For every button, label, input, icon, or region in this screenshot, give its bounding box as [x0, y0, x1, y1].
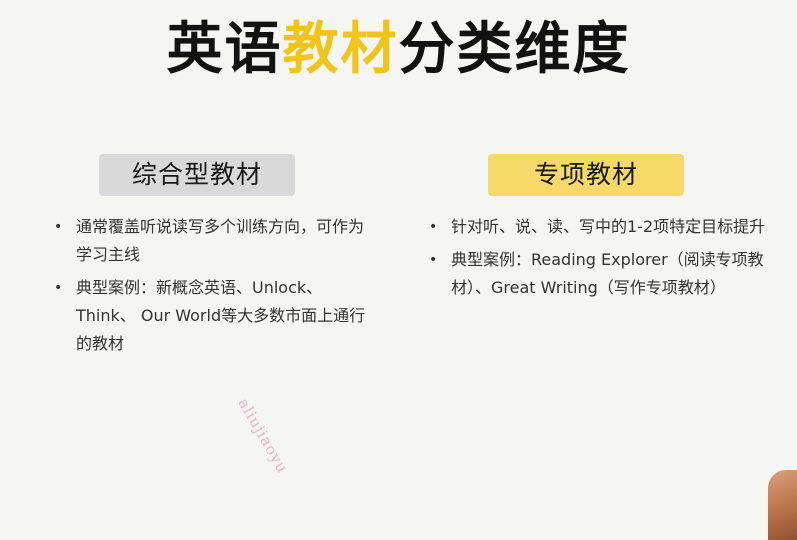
bullet-item: • 典型案例：新概念英语、Unlock、Think、 Our World等大多数…: [50, 274, 370, 358]
bullet-item: • 典型案例：Reading Explorer（阅读专项教材）、Great Wr…: [425, 246, 775, 302]
comprehensive-textbook-badge: 综合型教材: [99, 154, 295, 196]
bullet-dot-icon: •: [54, 280, 63, 296]
presenter-hand-photo: [768, 470, 797, 540]
slide-title: 英语教材分类维度: [0, 10, 797, 90]
bullet-text: 典型案例：Reading Explorer（阅读专项教材）、Great Writ…: [451, 250, 764, 297]
title-highlight: 教材: [282, 17, 399, 82]
comprehensive-bullet-list: • 通常覆盖听说读写多个训练方向，可作为学习主线 • 典型案例：新概念英语、Un…: [50, 213, 370, 363]
bullet-item: • 针对听、说、读、写中的1-2项特定目标提升: [425, 213, 775, 241]
bullet-dot-icon: •: [429, 252, 438, 268]
bullet-text: 通常覆盖听说读写多个训练方向，可作为学习主线: [76, 217, 365, 264]
bullet-text: 针对听、说、读、写中的1-2项特定目标提升: [451, 217, 766, 236]
specialized-bullet-list: • 针对听、说、读、写中的1-2项特定目标提升 • 典型案例：Reading E…: [425, 213, 775, 307]
bullet-item: • 通常覆盖听说读写多个训练方向，可作为学习主线: [50, 213, 370, 269]
specialized-textbook-badge: 专项教材: [488, 154, 684, 196]
watermark: aliujiaoyu: [234, 395, 292, 477]
bullet-dot-icon: •: [54, 219, 63, 235]
title-part1: 英语: [166, 17, 283, 82]
bullet-dot-icon: •: [429, 219, 438, 235]
title-part2: 分类维度: [398, 17, 631, 82]
bullet-text: 典型案例：新概念英语、Unlock、Think、 Our World等大多数市面…: [76, 278, 366, 353]
